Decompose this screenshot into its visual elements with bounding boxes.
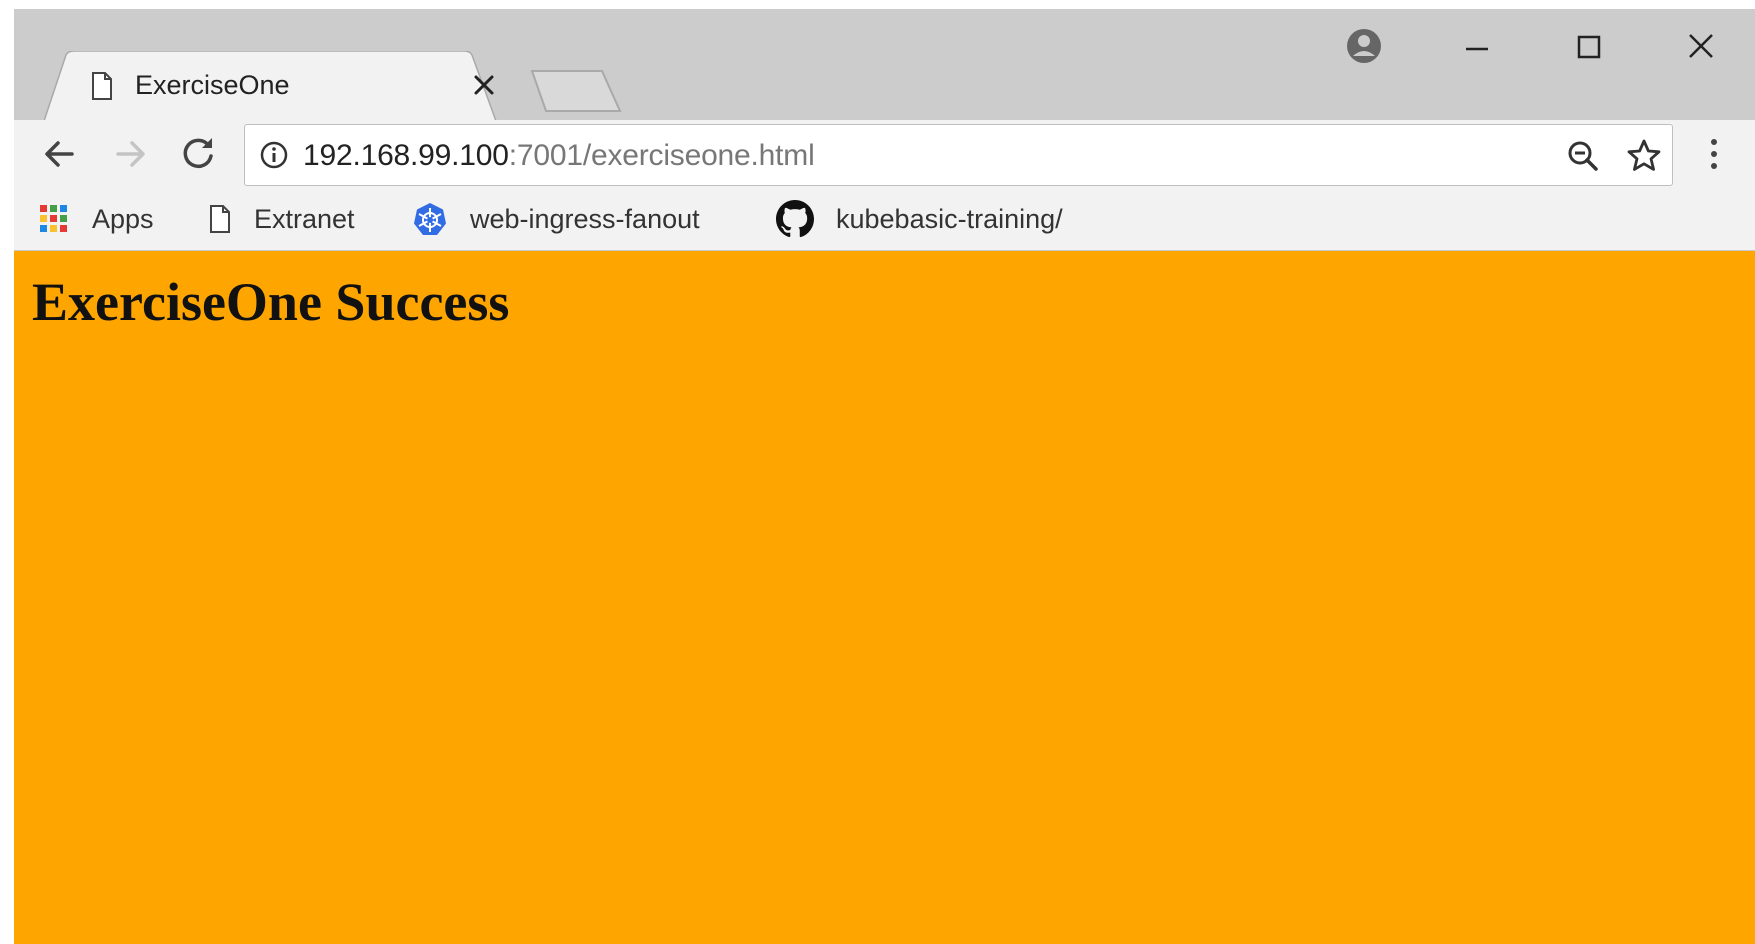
bookmark-extranet[interactable]: Extranet bbox=[208, 187, 355, 251]
minimize-button[interactable] bbox=[1442, 19, 1512, 71]
bookmark-label: web-ingress-fanout bbox=[470, 203, 700, 234]
kubernetes-icon bbox=[414, 203, 446, 235]
profile-icon[interactable] bbox=[1344, 26, 1384, 66]
bookmark-label: Apps bbox=[92, 203, 154, 234]
bookmark-apps[interactable]: Apps bbox=[38, 187, 154, 251]
url-host: 192.168.99.100 bbox=[303, 139, 509, 172]
tab-title: ExerciseOne bbox=[135, 70, 290, 100]
bookmark-label: kubebasic-training/ bbox=[836, 203, 1063, 234]
bookmark-web-ingress-fanout[interactable]: web-ingress-fanout bbox=[412, 187, 700, 251]
close-tab-icon[interactable] bbox=[468, 69, 500, 101]
toolbar: 192.168.99.100:7001/exerciseone.html bbox=[14, 120, 1755, 187]
forward-arrow-icon[interactable] bbox=[108, 132, 152, 176]
zoom-out-icon[interactable] bbox=[1565, 138, 1601, 174]
reload-icon[interactable] bbox=[176, 132, 220, 176]
apps-grid-icon bbox=[40, 205, 67, 232]
bookmark-label: Extranet bbox=[254, 203, 355, 234]
address-bar[interactable]: 192.168.99.100:7001/exerciseone.html bbox=[244, 124, 1673, 186]
back-arrow-icon[interactable] bbox=[38, 132, 82, 176]
bookmark-star-icon[interactable] bbox=[1625, 137, 1663, 175]
info-icon[interactable] bbox=[259, 140, 289, 170]
close-window-button[interactable] bbox=[1666, 19, 1736, 71]
page-icon bbox=[210, 205, 230, 233]
maximize-button[interactable] bbox=[1554, 19, 1624, 71]
tab-exerciseone[interactable]: ExerciseOne bbox=[44, 51, 514, 121]
browser-window: ExerciseOne 192.168.99.100:7001/exercise… bbox=[14, 9, 1755, 944]
url-text[interactable]: 192.168.99.100:7001/exerciseone.html bbox=[303, 139, 815, 173]
page-heading: ExerciseOne Success bbox=[32, 272, 510, 332]
page-icon bbox=[92, 72, 112, 100]
bookmark-kubebasic-training[interactable]: kubebasic-training/ bbox=[776, 187, 1063, 251]
page-content: ExerciseOne Success bbox=[14, 251, 1755, 944]
url-path: :7001/exerciseone.html bbox=[508, 139, 815, 172]
tab-strip: ExerciseOne bbox=[14, 9, 1755, 121]
bookmarks-bar: Apps Extranet web-ingress-fanout kubebas… bbox=[14, 187, 1755, 251]
menu-kebab-icon[interactable] bbox=[1704, 134, 1724, 174]
github-icon bbox=[776, 200, 814, 238]
new-tab-button[interactable] bbox=[526, 67, 626, 115]
